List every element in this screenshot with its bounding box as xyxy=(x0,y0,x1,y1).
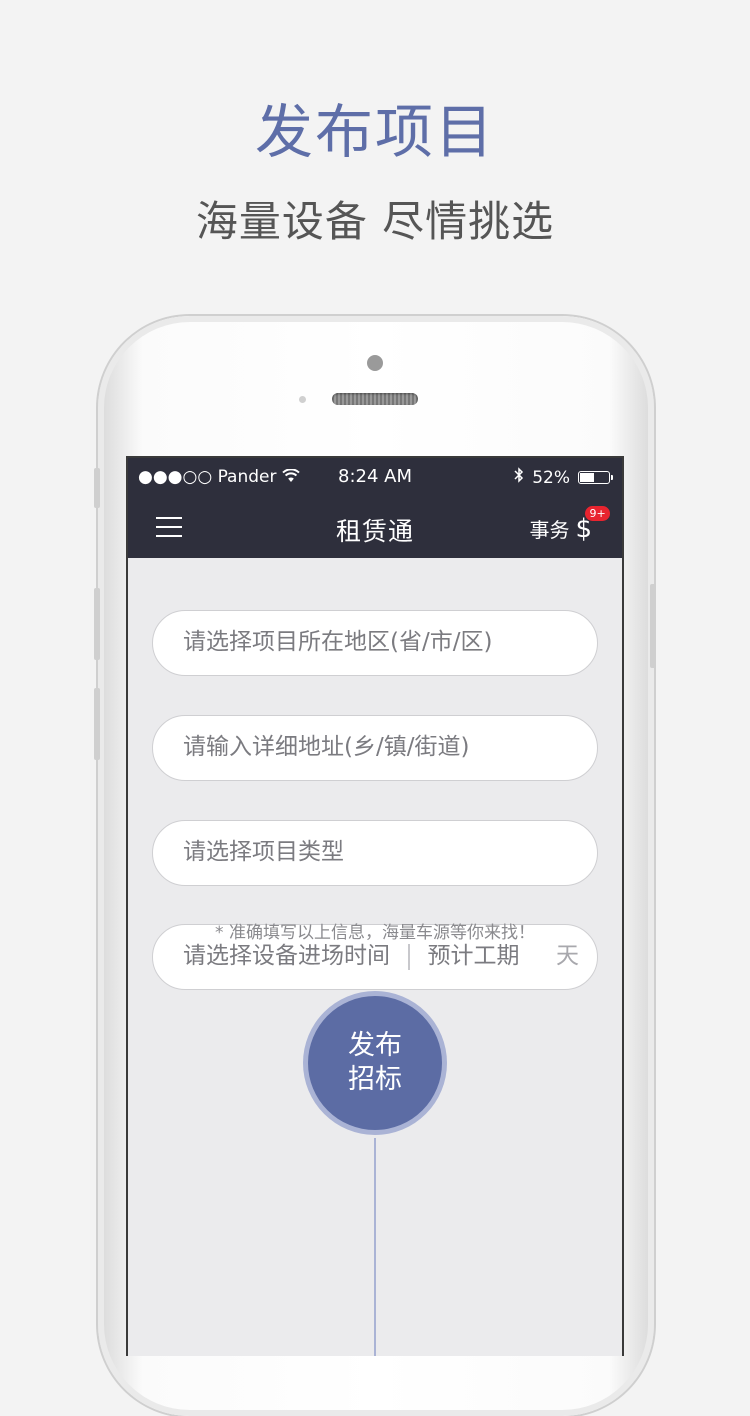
address-placeholder: 请输入详细地址(乡/镇/街道) xyxy=(183,734,470,760)
proximity-sensor xyxy=(299,396,306,403)
entry-time-select[interactable]: 请选择设备进场时间 xyxy=(183,943,390,969)
promo-headline: 发布项目 xyxy=(254,98,495,166)
battery-percent: 52% xyxy=(532,467,570,488)
status-bar-right: 52% xyxy=(514,467,613,488)
project-type-select[interactable]: 请选择项目类型 xyxy=(152,820,598,886)
promo-subheadline: 海量设备 尽情挑选 xyxy=(195,197,555,246)
publish-tender-button[interactable]: 发布 招标 xyxy=(308,996,442,1130)
nav-bar: 租赁通 事务 $ 9+ xyxy=(128,498,622,558)
region-select[interactable]: 请选择项目所在地区(省/市/区) xyxy=(152,610,598,676)
phone-volume-up xyxy=(94,588,100,660)
notification-badge: 9+ xyxy=(585,505,610,521)
address-input[interactable]: 请输入详细地址(乡/镇/街道) xyxy=(152,715,598,781)
region-placeholder: 请选择项目所在地区(省/市/区) xyxy=(183,629,493,655)
earpiece-speaker xyxy=(332,393,418,405)
form-note: * 准确填写以上信息，海量车源等你来找！ xyxy=(215,923,535,943)
project-type-placeholder: 请选择项目类型 xyxy=(183,839,344,865)
battery-level xyxy=(580,473,595,482)
publish-button-line1: 发布 xyxy=(348,1030,402,1061)
publish-button-line2: 招标 xyxy=(348,1064,402,1095)
phone-mute-switch xyxy=(94,468,100,508)
field-divider xyxy=(408,943,410,970)
status-bar: ●●●○○ Pander 8:24 AM 52% xyxy=(128,458,622,498)
phone-volume-down xyxy=(94,688,100,760)
transactions-button[interactable]: 事务 $ 9+ xyxy=(529,505,610,543)
button-stem-line xyxy=(374,1138,376,1356)
battery-icon xyxy=(578,471,613,484)
front-camera xyxy=(367,355,383,371)
duration-input[interactable]: 预计工期 xyxy=(428,943,520,969)
phone-screen: ●●●○○ Pander 8:24 AM 52% 租赁通 事务 $ 9+ 请选择… xyxy=(126,456,624,1356)
dollar-icon: $ 9+ xyxy=(575,505,610,542)
transactions-label: 事务 xyxy=(529,518,570,542)
phone-power-button xyxy=(650,584,656,668)
bluetooth-icon xyxy=(514,467,524,488)
